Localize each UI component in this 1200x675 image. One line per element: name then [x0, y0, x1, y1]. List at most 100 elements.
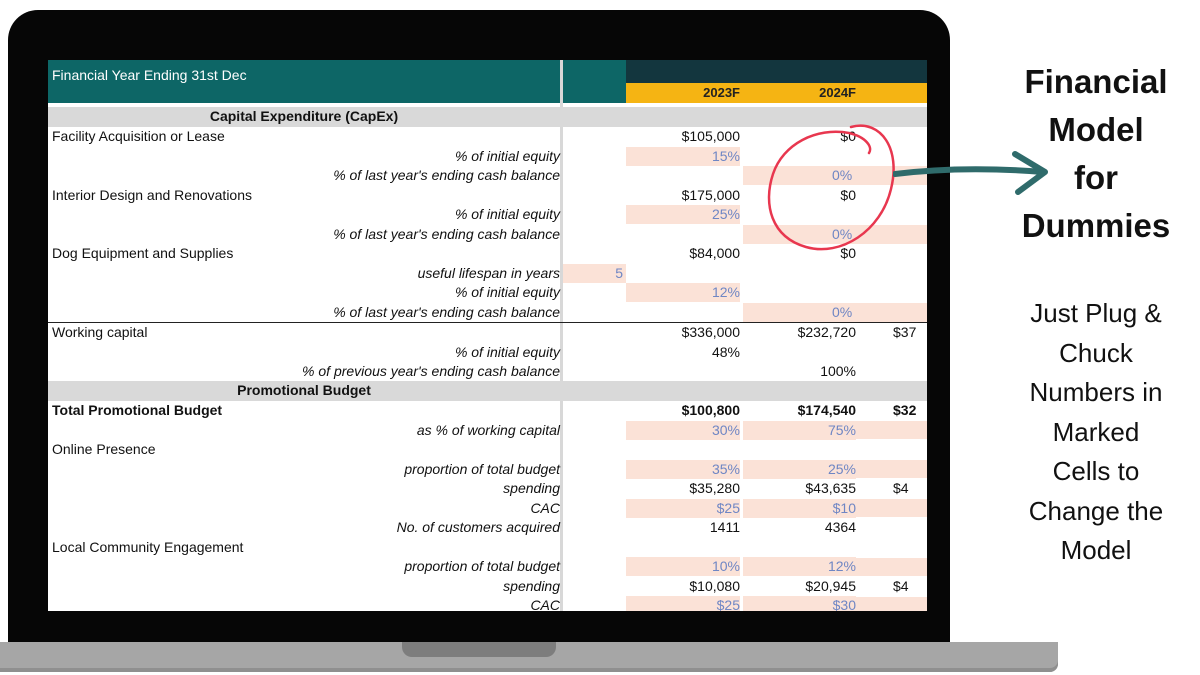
input-cell-2025[interactable]: [856, 557, 927, 576]
row-sublabel: % of initial equity: [454, 206, 560, 222]
input-cell-2023[interactable]: 15%: [626, 146, 740, 166]
input-cell-lifespan[interactable]: 5: [563, 263, 626, 283]
promo-subtitle: Just Plug & Chuck Numbers in Marked Cell…: [1010, 294, 1182, 571]
cell-2023[interactable]: $10,080: [626, 577, 740, 596]
input-cell-2025[interactable]: [856, 460, 927, 478]
cell-2024[interactable]: $174,540: [743, 401, 856, 420]
input-cell-2023[interactable]: 12%: [626, 283, 740, 302]
laptop-notch: [402, 642, 556, 657]
table-row: Online Presence: [48, 440, 927, 460]
table-row: CAC $25 $30: [48, 596, 927, 611]
promo-title-line: for: [1074, 159, 1118, 196]
input-cell-2023[interactable]: 30%: [626, 420, 740, 440]
row-label: Interior Design and Renovations: [52, 186, 253, 203]
cell-2023[interactable]: 48%: [626, 343, 740, 362]
input-cell-2023[interactable]: 35%: [626, 459, 740, 479]
table-row: Working capital $336,000 $232,720 $37: [48, 323, 927, 343]
cell-2023[interactable]: $175,000: [626, 186, 740, 205]
row-sublabel: % of initial equity: [454, 147, 560, 164]
promo-subtitle-line: Marked: [1052, 416, 1140, 447]
cell-2023[interactable]: $336,000: [626, 323, 740, 342]
table-row: % of previous year's ending cash balance…: [48, 362, 927, 382]
row-sublabel: No. of customers acquired: [396, 519, 560, 535]
row-sublabel: % of previous year's ending cash balance: [302, 363, 560, 379]
row-sublabel: spending: [503, 577, 560, 594]
header-top-band: [626, 60, 927, 83]
cell-2023[interactable]: 1411: [626, 518, 740, 537]
table-row: spending $10,080 $20,945 $4: [48, 577, 927, 597]
header-label-cell[interactable]: Financial Year Ending 31st Dec: [48, 60, 560, 103]
row-label: Dog Equipment and Supplies: [52, 245, 234, 261]
row-sublabel: % of last year's ending cash balance: [333, 303, 560, 320]
input-cell-2025[interactable]: [856, 596, 927, 611]
header-title: Financial Year Ending 31st Dec: [52, 67, 247, 83]
row-sublabel: % of last year's ending cash balance: [333, 167, 560, 183]
promo-subtitle-line: Model: [1060, 535, 1132, 565]
table-row: CAC $25 $10: [48, 498, 927, 519]
cell-2025[interactable]: $37: [893, 323, 927, 342]
row-sublabel: useful lifespan in years: [417, 264, 560, 281]
input-cell-2024[interactable]: 12%: [743, 557, 856, 576]
row-sublabel: spending: [503, 480, 560, 496]
highlight-circle: [767, 124, 895, 251]
row-label: Working capital: [52, 324, 148, 340]
row-sublabel: as % of working capital: [416, 421, 560, 438]
table-row: % of last year's ending cash balance 0%: [48, 302, 927, 323]
table-row: spending $35,280 $43,635 $4: [48, 479, 927, 499]
spreadsheet: Financial Year Ending 31st Dec 2023F 202…: [48, 60, 927, 611]
row-sublabel: proportion of total budget: [404, 558, 560, 574]
laptop-lid: Financial Year Ending 31st Dec 2023F 202…: [8, 10, 950, 650]
cell-2024[interactable]: 4364: [743, 518, 856, 537]
input-cell-2023[interactable]: 25%: [626, 205, 740, 224]
table-row: Local Community Engagement: [48, 538, 927, 558]
table-row: proportion of total budget 35% 25%: [48, 459, 927, 480]
input-cell-2024[interactable]: 75%: [743, 420, 856, 440]
row-sublabel: % of initial equity: [454, 284, 560, 300]
promo-title-line: Dummies: [1021, 207, 1171, 244]
cell-2024[interactable]: $43,635: [743, 479, 856, 498]
laptop-screen: Financial Year Ending 31st Dec 2023F 202…: [48, 60, 927, 611]
input-cell-2023[interactable]: $25: [626, 596, 740, 611]
input-cell-2024[interactable]: 25%: [743, 459, 856, 479]
promo-title-line: Financial: [1024, 63, 1168, 100]
row-sublabel: % of initial equity: [454, 343, 560, 360]
cell-2025[interactable]: $4: [893, 479, 927, 498]
input-cell-2023[interactable]: $25: [626, 498, 740, 518]
promo-section-band: Promotional Budget: [48, 381, 927, 401]
row-sublabel: % of last year's ending cash balance: [333, 225, 560, 242]
table-row: Total Promotional Budget $100,800 $174,5…: [48, 401, 927, 421]
cell-2023[interactable]: $105,000: [626, 127, 740, 146]
cell-2024[interactable]: 100%: [743, 362, 856, 381]
promo-subtitle-line: Chuck: [1059, 337, 1133, 368]
year-header-2023[interactable]: 2023F: [626, 85, 740, 100]
table-row: useful lifespan in years 5: [48, 263, 927, 284]
promo-section-title: Promotional Budget: [237, 382, 371, 398]
input-cell-2025[interactable]: [856, 421, 927, 439]
input-cell-2025[interactable]: [856, 499, 927, 517]
cell-2023[interactable]: $35,280: [626, 479, 740, 498]
capex-section-title: Capital Expenditure (CapEx): [209, 108, 399, 124]
cell-2025[interactable]: $32: [893, 401, 927, 420]
promo-subtitle-line: Change the: [1028, 495, 1164, 526]
row-label: Online Presence: [52, 441, 156, 457]
header-mid-cell: [563, 60, 626, 103]
table-row: No. of customers acquired 1411 4364: [48, 518, 927, 538]
input-cell-2024[interactable]: $30: [743, 596, 856, 611]
row-label: Total Promotional Budget: [52, 402, 223, 418]
cell-2025[interactable]: $4: [893, 577, 927, 596]
row-sublabel: proportion of total budget: [404, 460, 560, 477]
table-row: as % of working capital 30% 75%: [48, 420, 927, 441]
input-cell-2023[interactable]: 10%: [626, 557, 740, 576]
input-cell-2024[interactable]: $10: [743, 498, 856, 518]
year-header-2024[interactable]: 2024F: [743, 85, 856, 100]
promo-subtitle-line: Just Plug &: [1030, 298, 1162, 328]
cell-2024[interactable]: $20,945: [743, 577, 856, 596]
promo-subtitle-line: Cells to: [1052, 456, 1140, 486]
promo-title: Financial Model for Dummies: [1010, 58, 1182, 250]
cell-2023[interactable]: $84,000: [626, 244, 740, 263]
cell-2024[interactable]: $232,720: [743, 323, 856, 342]
cell-2023[interactable]: $100,800: [626, 401, 740, 420]
input-cell-2024[interactable]: 0%: [743, 302, 927, 322]
table-row: % of initial equity 48%: [48, 343, 927, 363]
promo-title-line: Model: [1048, 111, 1144, 148]
